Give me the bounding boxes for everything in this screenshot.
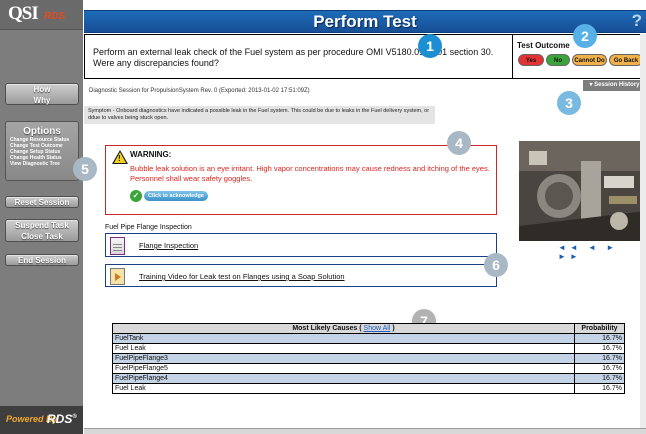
document-icon	[110, 237, 125, 255]
reset-session-label: Reset Session	[14, 198, 70, 207]
warning-title: WARNING:	[130, 150, 172, 159]
sidebar: QSI RDS How Why Options Change Resource …	[0, 0, 83, 434]
open-paren: (	[359, 325, 362, 332]
cause-row[interactable]: FuelPipeFlange4 16.7%	[112, 373, 625, 384]
why-label: Why	[33, 96, 51, 105]
cause-probability: 16.7%	[574, 383, 625, 394]
warning-box: ! WARNING: Bubble leak solution is an ey…	[105, 145, 497, 215]
cause-name: FuelTank	[112, 333, 575, 344]
training-video-link[interactable]: Training Video for Leak test on Flanges …	[139, 272, 345, 281]
cause-row[interactable]: Fuel Leak 16.7%	[112, 383, 625, 394]
cause-name: FuelPipeFlange3	[112, 353, 575, 364]
logo-rds: RDS	[44, 11, 66, 22]
options-title: Options	[23, 126, 61, 137]
powered-brand: RDS®	[47, 412, 77, 426]
options-list: Change Resource Status Change Test Outcom…	[6, 137, 78, 167]
task-buttons: Suspend Task Close Task	[5, 219, 79, 242]
engine-image	[519, 141, 645, 241]
acknowledge-button[interactable]: Click to acknowledge	[144, 191, 208, 201]
cause-name: Fuel Leak	[112, 383, 575, 394]
causes-header: Most Likely Causes ( Show All )	[112, 323, 575, 334]
cause-probability: 16.7%	[574, 343, 625, 354]
symptom-text: Symptom - Onboard diagnostics have indic…	[84, 106, 435, 124]
cause-probability: 16.7%	[574, 333, 625, 344]
media-nav[interactable]: ◄◄ ◄ ► ►►	[558, 243, 646, 261]
end-session-label: End Session	[17, 256, 66, 265]
callout-badge-6: 6	[484, 253, 508, 277]
yes-button[interactable]: Yes	[518, 54, 544, 66]
question-text: Perform an external leak check of the Fu…	[93, 47, 494, 68]
warning-exclamation: !	[118, 154, 121, 163]
scrollbar-track[interactable]	[640, 34, 646, 434]
reset-session-button[interactable]: Reset Session	[5, 196, 79, 208]
session-info: Diagnostic Session for PropulsionSystem …	[89, 88, 310, 94]
end-session-button[interactable]: End Session	[5, 254, 79, 266]
causes-body: FuelTank 16.7% Fuel Leak 16.7% FuelPipeFlang…	[112, 333, 625, 394]
flange-inspection-link-box[interactable]: Flange Inspection	[105, 233, 497, 257]
close-task-button[interactable]: Close Task	[6, 231, 78, 242]
causes-header-row: Most Likely Causes ( Show All ) Probabil…	[112, 323, 625, 334]
session-history-label: Session History	[594, 82, 640, 88]
session-history-tab[interactable]: ▾ Session History	[583, 80, 646, 91]
logo-qsi: QSI	[8, 3, 39, 24]
go-back-button[interactable]: Go Back	[609, 54, 643, 66]
probability-header: Probability	[574, 323, 625, 334]
cause-probability: 16.7%	[574, 363, 625, 374]
suspend-task-button[interactable]: Suspend Task	[6, 220, 78, 231]
cause-row[interactable]: FuelTank 16.7%	[112, 333, 625, 344]
cause-row[interactable]: Fuel Leak 16.7%	[112, 343, 625, 354]
cause-probability: 16.7%	[574, 373, 625, 384]
cause-row[interactable]: FuelPipeFlange3 16.7%	[112, 353, 625, 364]
question-box: Perform an external leak check of the Fu…	[84, 34, 512, 79]
logo: QSI RDS	[0, 0, 83, 30]
title-bar: Perform Test ?	[84, 10, 646, 33]
cause-probability: 16.7%	[574, 353, 625, 364]
cause-row[interactable]: FuelPipeFlange5 16.7%	[112, 363, 625, 374]
cause-name: Fuel Leak	[112, 343, 575, 354]
callout-badge-5: 5	[73, 157, 97, 181]
flange-section-title: Fuel Pipe Flange Inspection	[105, 224, 192, 231]
option-item[interactable]: View Diagnostic Tree	[6, 161, 78, 167]
options-panel: Options Change Resource Status Change Tes…	[5, 121, 79, 181]
flange-inspection-link[interactable]: Flange Inspection	[139, 241, 198, 250]
bottom-bar	[84, 428, 646, 434]
how-label: How	[33, 85, 51, 94]
close-paren: )	[392, 325, 395, 332]
page-title: Perform Test	[313, 12, 417, 31]
engine-photo	[519, 141, 645, 241]
app-root: QSI RDS How Why Options Change Resource …	[0, 0, 646, 434]
cannot-do-button[interactable]: Cannot Do	[572, 54, 607, 66]
callout-badge-4: 4	[447, 131, 471, 155]
causes-table: Most Likely Causes ( Show All ) Probabil…	[112, 323, 625, 394]
callout-badge-3: 3	[557, 91, 581, 115]
show-all-link[interactable]: Show All	[364, 325, 391, 332]
training-video-link-box[interactable]: Training Video for Leak test on Flanges …	[105, 264, 497, 287]
causes-header-label: Most Likely Causes	[292, 325, 358, 332]
powered-by: Powered By RDS®	[0, 406, 83, 434]
test-outcome-label: Test Outcome	[517, 41, 570, 50]
check-icon: ✓	[130, 190, 142, 202]
help-icon[interactable]: ?	[632, 11, 642, 31]
callout-badge-1: 1	[418, 34, 442, 58]
cause-name: FuelPipeFlange5	[112, 363, 575, 374]
warning-text: Bubble leak solution is an eye irritant.…	[130, 164, 490, 183]
no-button[interactable]: No	[546, 54, 570, 66]
how-why-button[interactable]: How Why	[5, 83, 79, 105]
video-icon	[110, 268, 125, 285]
cause-name: FuelPipeFlange4	[112, 373, 575, 384]
callout-badge-2: 2	[573, 24, 597, 48]
